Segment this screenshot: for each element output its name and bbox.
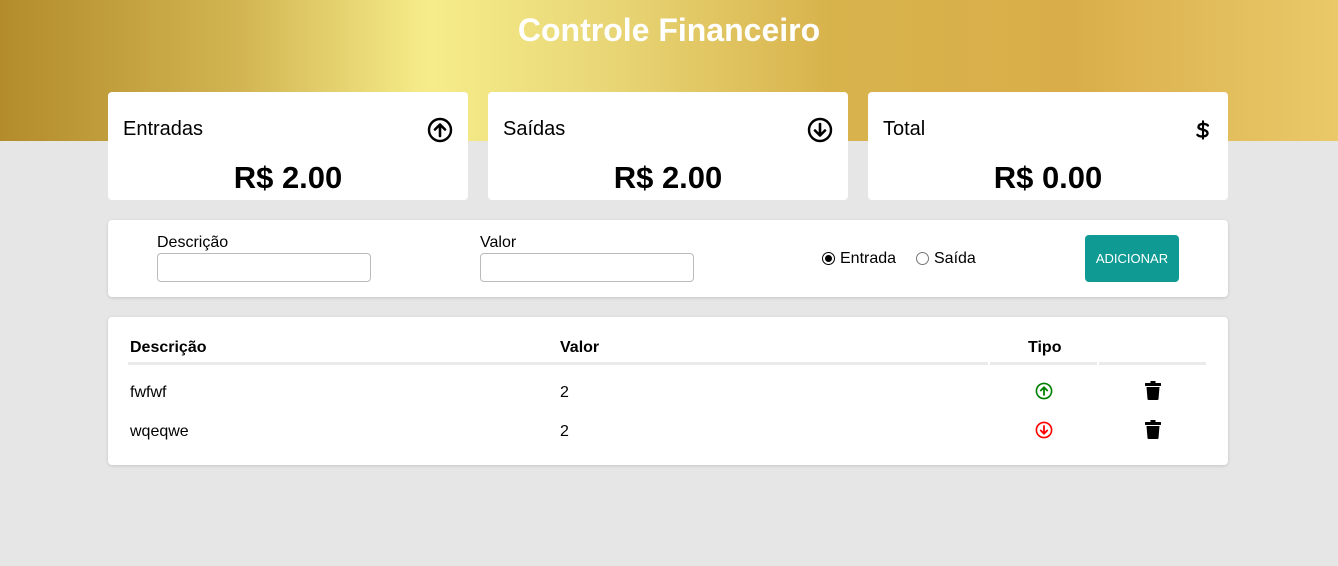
transaction-form: Descrição Valor Entrada Saída ADICIONAR [108,220,1228,297]
column-header-type: Tipo [1028,339,1062,356]
total-amount: R$ 0.00 [993,160,1103,195]
arrow-circle-up-icon [1035,382,1053,400]
column-header-description: Descrição [130,339,207,356]
description-input[interactable] [157,253,371,282]
row-description: wqeqwe [130,423,189,440]
transactions-table: Descrição Valor Tipo fwfwf 2 wqeqwe 2 [108,317,1228,465]
income-card-label: Entradas [123,118,204,140]
row-value: 2 [560,384,569,401]
income-card: Entradas R$ 2.00 [108,92,468,200]
expense-amount: R$ 2.00 [613,160,723,195]
expense-card: Saídas R$ 2.00 [488,92,848,200]
value-input[interactable] [480,253,694,282]
row-description: fwfwf [130,384,167,401]
header-divider [128,362,558,365]
radio-entrada-label[interactable]: Entrada [840,250,896,268]
header-divider [1099,362,1206,365]
radio-saida[interactable] [916,252,929,265]
page-title: Controle Financeiro [517,12,821,48]
radio-entrada[interactable] [822,252,835,265]
description-label: Descrição [157,234,229,251]
radio-saida-label[interactable]: Saída [934,250,976,268]
header-divider [558,362,988,365]
value-label: Valor [480,234,517,251]
arrow-circle-down-icon [807,117,833,143]
arrow-circle-up-icon [427,117,453,143]
column-header-value: Valor [560,339,600,356]
total-card-label: Total [883,118,926,140]
expense-card-label: Saídas [503,118,566,140]
delete-row-trash-icon[interactable] [1145,420,1161,439]
income-amount: R$ 2.00 [233,160,343,195]
delete-row-trash-icon[interactable] [1145,381,1161,400]
arrow-circle-down-icon [1035,421,1053,439]
row-value: 2 [560,423,569,440]
total-card: Total R$ 0.00 [868,92,1228,200]
add-button[interactable]: ADICIONAR [1085,235,1179,282]
header-divider [990,362,1097,365]
dollar-icon [1196,120,1210,140]
